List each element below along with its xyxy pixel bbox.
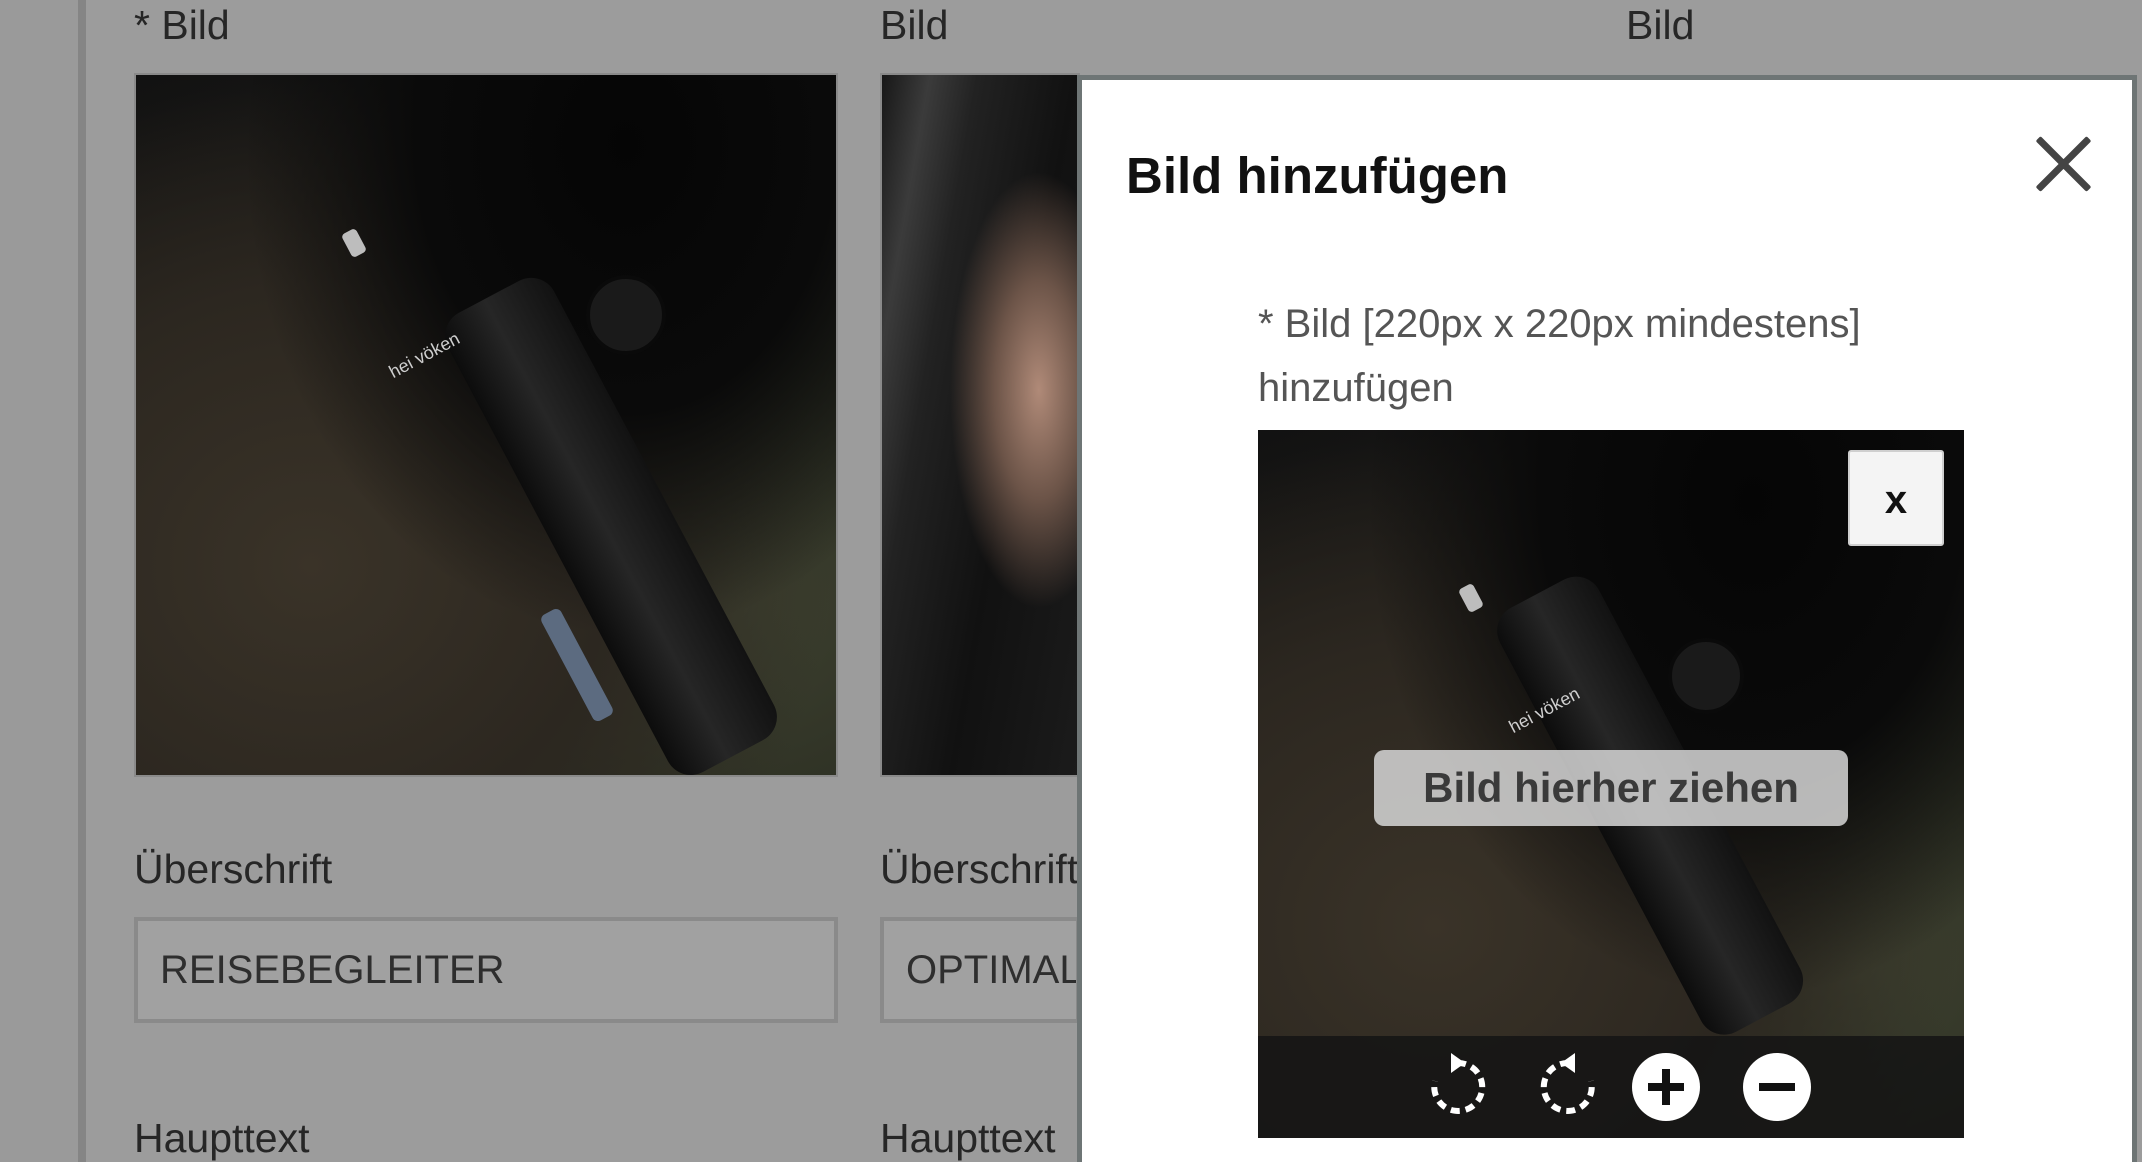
body-label-1: Haupttext — [134, 1115, 310, 1161]
product-photo-2 — [882, 75, 1078, 775]
drag-hint: Bild hierher ziehen — [1374, 750, 1848, 826]
rotate-counterclockwise-icon[interactable] — [1533, 1051, 1605, 1123]
left-rail — [0, 0, 86, 1162]
add-image-modal: Bild hinzufügen * Bild [220px x 220px mi… — [1077, 75, 2137, 1162]
modal-title: Bild hinzufügen — [1126, 147, 1509, 204]
heading-input-1[interactable]: REISEBEGLEITER — [134, 917, 838, 1023]
body-label-2: Haupttext — [880, 1115, 1056, 1161]
grinder-knob — [586, 275, 666, 355]
zoom-out-icon[interactable] — [1741, 1051, 1813, 1123]
zoom-in-icon[interactable] — [1630, 1051, 1702, 1123]
image-slot-1[interactable]: hei vöken — [134, 73, 838, 777]
image-preview[interactable]: hei vöken x Bild hierher ziehen — [1258, 430, 1964, 1138]
preview-grinder-knob — [1668, 638, 1744, 714]
heading-label-2: Überschrift — [880, 846, 1079, 892]
image-label-3: Bild — [1626, 2, 1695, 48]
heading-input-2[interactable]: OPTIMAL — [880, 917, 1080, 1023]
image-label-2: Bild — [880, 2, 949, 48]
image-toolbar — [1258, 1036, 1964, 1138]
remove-image-button[interactable]: x — [1848, 450, 1944, 546]
heading-label-1: Überschrift — [134, 846, 333, 892]
rotate-clockwise-icon[interactable] — [1421, 1051, 1493, 1123]
image-label-1: * Bild — [134, 2, 230, 48]
upload-label: * Bild [220px x 220px mindestens] hinzuf… — [1258, 302, 1861, 410]
image-slot-2[interactable] — [880, 73, 1080, 777]
close-icon[interactable] — [2032, 132, 2094, 194]
